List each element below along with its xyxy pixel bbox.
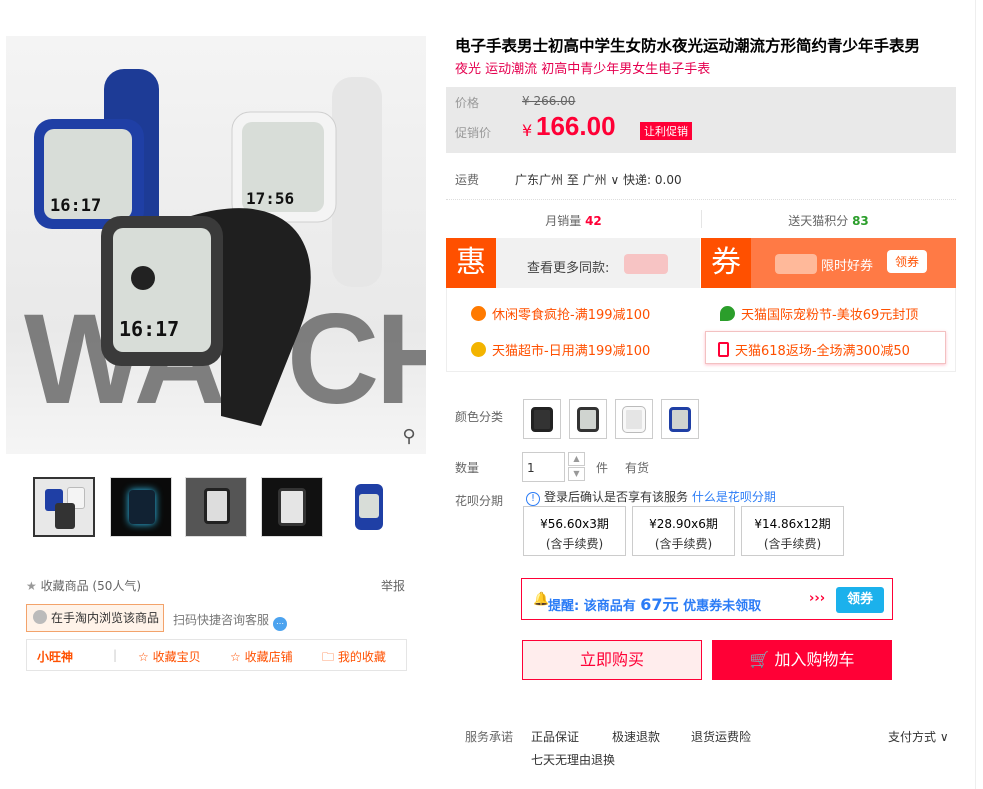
quantity-label: 数量 [455,461,480,475]
svg-text:17:56: 17:56 [246,189,294,208]
watch-illustration: 16:17 17:56 16:17 [34,69,382,426]
currency-symbol: ¥ [522,121,533,140]
service-label: 服务承诺 [465,730,514,744]
leaf-icon [720,306,735,321]
main-product-image[interactable]: WATCH 16:17 17:56 16:17 ⚲ [6,36,426,454]
wangwang-logo[interactable]: 小旺神 [37,648,73,665]
price-panel: 价格 ¥ 266.00 促销价 ¥ 166.00 让利促销 [446,87,956,153]
color-label: 颜色分类 [455,410,504,424]
report-link[interactable]: 举报 [381,577,405,594]
thumbnail-3[interactable] [185,477,247,537]
promo-item-highlighted[interactable]: 天猫618返场-全场满300减50 [705,331,946,364]
payment-methods-dropdown[interactable]: 支付方式 ∨ [888,728,949,745]
sun-icon [471,306,486,321]
stats-row: 月销量 42 送天猫积分 83 [446,204,956,234]
coupon-reminder: 🔔 提醒: 该商品有 67元 优惠券未领取 ››› 领券 [521,578,893,620]
bell-icon: 🔔 [533,592,550,607]
decrement-icon[interactable]: ▼ [568,467,585,481]
cart-icon: 🛒 [749,650,770,669]
promo-item[interactable]: 天猫国际宠粉节-美妆69元封顶 [720,304,918,323]
service-item[interactable]: 极速退款 [612,728,660,745]
monthly-sales: 月销量 42 [545,214,602,228]
fav-item-link[interactable]: ☆ 收藏宝贝 [138,648,201,665]
blurred-content [775,254,817,274]
stock-status: 有货 [625,461,650,475]
quan-badge: 券 [701,238,751,288]
page-right-border [975,0,976,789]
blurred-content [624,254,668,274]
original-price: ¥ 266.00 [522,94,576,108]
divider: | [113,648,118,662]
promo-item[interactable]: 休闲零食疯抢-满199减100 [471,304,650,323]
chat-bubble-icon: ⋯ [273,617,288,631]
huabei-note: ! 登录后确认是否享有该服务 什么是花呗分期 [526,488,776,506]
coupon-row: 惠 查看更多同款: 券 限时好券 领券 [446,238,956,288]
installment-6[interactable]: ¥28.90x6期 (含手续费) [632,506,735,556]
promo-item[interactable]: 天猫超市-日用满199减100 [471,340,650,359]
service-item[interactable]: 正品保证 [531,728,579,745]
star-icon: ★ [26,579,37,593]
increment-icon[interactable]: ▲ [568,452,585,466]
service-item[interactable]: 七天无理由退换 [531,751,615,768]
promotions-panel: 休闲零食疯抢-满199减100 天猫国际宠粉节-美妆69元封顶 天猫超市-日用满… [446,288,956,372]
open-in-taobao-button[interactable]: 在手淘内浏览该商品 [26,604,164,632]
price-label: 价格 [455,96,480,110]
color-swatch-black-2[interactable] [569,399,607,439]
installment-3[interactable]: ¥56.60x3期 (含手续费) [523,506,626,556]
color-swatch-white[interactable] [615,399,653,439]
black-watch: 16:17 [101,208,311,426]
claim-coupon-button[interactable]: 领券 [836,587,884,613]
info-icon: ! [526,492,540,506]
favorite-item[interactable]: ★ 收藏商品 (50人气) [26,577,141,594]
flower-icon [471,342,486,357]
thumbnail-1[interactable] [33,477,95,537]
phone-icon [718,342,729,357]
add-to-cart-button[interactable]: 🛒 加入购物车 [712,640,892,680]
quantity-unit: 件 [596,461,609,475]
thumbnail-5[interactable] [338,477,400,537]
svg-text:16:17: 16:17 [50,196,101,216]
similar-items-text: 查看更多同款: [527,261,610,276]
thumbnail-4[interactable] [261,477,323,537]
my-favorites-link[interactable]: 🗀 我的收藏 [322,648,386,669]
taobao-icon [33,610,47,624]
claim-coupon-button[interactable]: 领券 [887,250,928,273]
promo-price-label: 促销价 [455,126,492,140]
thumbnail-strip [33,477,403,539]
reminder-text: 提醒: 该商品有 67元 优惠券未领取 [548,595,762,614]
fav-shop-link[interactable]: ☆ 收藏店铺 [230,648,293,665]
installment-12[interactable]: ¥14.86x12期 (含手续费) [741,506,844,556]
huabei-label: 花呗分期 [455,494,504,508]
limited-coupon-text: 限时好券 [821,259,874,274]
tmall-points: 送天猫积分 83 [788,214,869,228]
hui-badge: 惠 [446,238,496,288]
coupon-box: 券 限时好券 领券 [701,238,956,288]
color-swatch-blue[interactable] [661,399,699,439]
quantity-input[interactable]: 1 [522,452,565,482]
huabei-help-link[interactable]: 什么是花呗分期 [692,490,776,504]
wangwang-bar: 小旺神 | ☆ 收藏宝贝 ☆ 收藏店铺 🗀 我的收藏 [26,639,407,671]
arrows-icon: ››› [809,591,826,606]
product-subtitle: 夜光 运动潮流 初高中青少年男女生电子手表 [455,62,711,77]
product-title: 电子手表男士初高中学生女防水夜光运动潮流方形简约青少年手表男 [455,37,921,55]
scan-consult[interactable]: 扫码快捷咨询客服 ⋯ [173,611,288,631]
service-item[interactable]: 退货运费险 [691,728,751,745]
current-price: 166.00 [536,111,616,141]
shipping-value[interactable]: 广东广州 至 广州 ∨ 快递: 0.00 [515,171,682,188]
similar-items-box[interactable]: 惠 查看更多同款: [446,238,700,288]
svg-text:16:17: 16:17 [119,317,179,341]
color-swatch-black-1[interactable] [523,399,561,439]
thumbnail-2[interactable] [110,477,172,537]
divider [446,199,956,200]
promo-tag: 让利促销 [640,122,692,140]
magnifier-icon[interactable]: ⚲ [396,424,422,450]
buy-now-button[interactable]: 立即购买 [522,640,702,680]
shipping-label: 运费 [455,173,480,187]
